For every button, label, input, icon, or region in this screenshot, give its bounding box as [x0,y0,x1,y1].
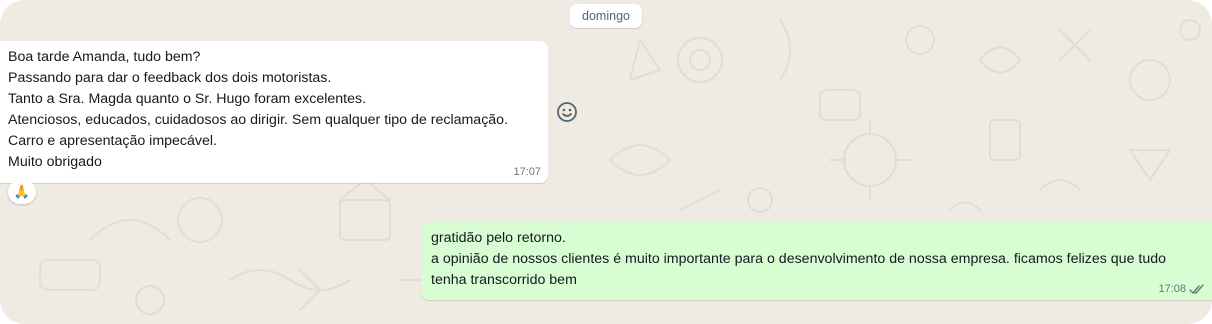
date-divider: domingo [570,4,642,28]
double-check-icon [1189,284,1204,294]
message-line: Passando para dar o feedback dos dois mo… [8,70,332,86]
outgoing-message-bubble[interactable]: gratidão pelo retorno. a opinião de noss… [421,222,1212,300]
message-line: Tanto a Sra. Magda quanto o Sr. Hugo for… [8,91,367,107]
incoming-message-bubble[interactable]: Boa tarde Amanda, tudo bem? Passando par… [0,41,548,183]
smiley-icon [557,102,577,122]
message-meta: 17:07 [513,165,541,180]
message-line: Carro e apresentação impecável. [8,133,217,149]
chat-panel: domingo Boa tarde Amanda, tudo bem? Pass… [0,0,1212,324]
message-line: Muito obrigado [8,154,102,170]
message-line: Boa tarde Amanda, tudo bem? [8,49,201,65]
message-line: a opinião de nossos clientes é muito imp… [431,251,1167,288]
react-button[interactable] [555,100,579,124]
reaction-emoji: 🙏 [13,184,31,199]
message-line: gratidão pelo retorno. [431,230,566,246]
message-time: 17:07 [513,166,541,178]
message-meta: 17:08 [1158,282,1205,297]
message-reaction[interactable]: 🙏 [8,180,36,204]
message-time: 17:08 [1158,283,1186,295]
message-line: Atenciosos, educados, cuidadosos ao diri… [8,112,509,128]
